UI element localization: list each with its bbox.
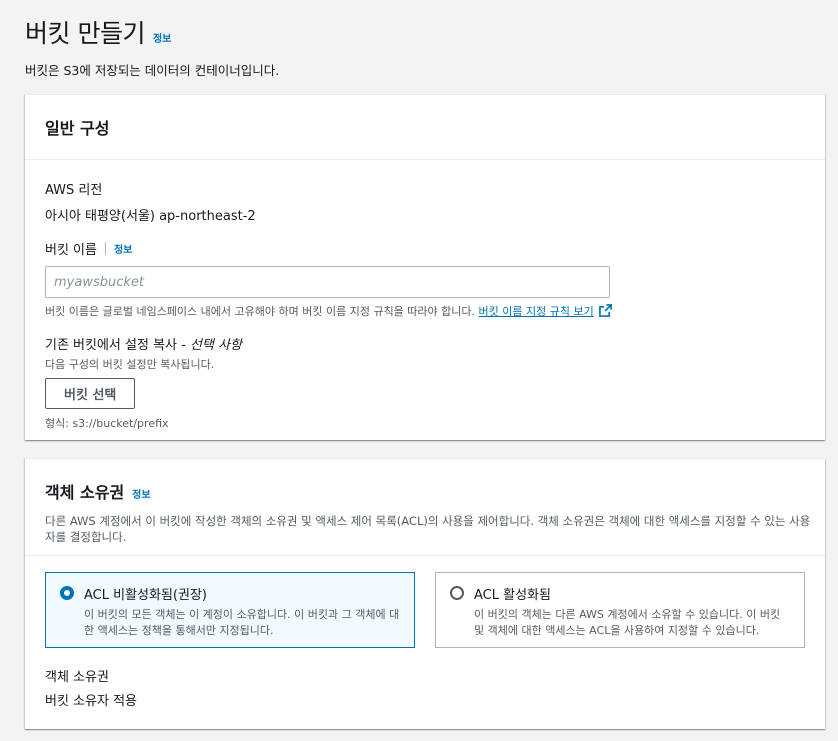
general-configuration-body: AWS 리전 아시아 태평양(서울) ap-northeast-2 버킷 이름 … — [25, 179, 825, 431]
acl-disabled-title: ACL 비활성화됨(권장) — [84, 588, 207, 603]
acl-enabled-option[interactable]: ACL 활성화됨 이 버킷의 객체는 다른 AWS 계정에서 소유할 수 있습니… — [435, 572, 805, 648]
object-ownership-header: 객체 소유권 정보 다른 AWS 계정에서 이 버킷에 작성한 객체의 소유권 … — [25, 459, 825, 556]
object-ownership-panel: 객체 소유권 정보 다른 AWS 계정에서 이 버킷에 작성한 객체의 소유권 … — [25, 458, 825, 729]
page-info-link[interactable]: 정보 — [153, 30, 171, 45]
region-value: 아시아 태평양(서울) ap-northeast-2 — [45, 209, 256, 224]
page-title-row: 버킷 만들기 정보 — [25, 14, 815, 50]
acl-disabled-radio[interactable] — [60, 586, 74, 600]
object-owner-value: 버킷 소유자 적용 — [45, 694, 137, 709]
acl-enabled-description: 이 버킷의 객체는 다른 AWS 계정에서 소유할 수 있습니다. 이 버킷 및… — [474, 608, 781, 637]
label-divider — [104, 242, 106, 255]
general-configuration-title: 일반 구성 — [45, 119, 110, 138]
acl-enabled-radio[interactable] — [450, 586, 464, 600]
page-header: 버킷 만들기 정보 버킷은 S3에 저장되는 데이터의 컨테이너입니다. — [25, 14, 815, 79]
bucket-name-hint-text: 버킷 이름은 글로벌 네임스페이스 내에서 고유해야 하며 버킷 이름 지정 규… — [45, 305, 476, 318]
copy-settings-label: 기존 버킷에서 설정 복사 - 선택 사항 — [45, 334, 805, 353]
bucket-name-hint: 버킷 이름은 글로벌 네임스페이스 내에서 고유해야 하며 버킷 이름 지정 규… — [45, 303, 805, 320]
external-link-icon[interactable] — [599, 304, 613, 320]
page-description: 버킷은 S3에 저장되는 데이터의 컨테이너입니다. — [25, 63, 280, 78]
object-ownership-description: 다른 AWS 계정에서 이 버킷에 작성한 객체의 소유권 및 액세스 제어 목… — [45, 514, 811, 544]
copy-settings-optional: 선택 사항 — [189, 338, 242, 353]
bucket-name-label-row: 버킷 이름 정보 — [45, 239, 805, 258]
object-owner-label: 객체 소유권 — [45, 670, 109, 685]
acl-disabled-content: ACL 비활성화됨(권장) 이 버킷의 모든 객체는 이 계정이 소유합니다. … — [84, 584, 400, 647]
choose-bucket-button[interactable]: 버킷 선택 — [45, 378, 136, 409]
region-label: AWS 리전 — [45, 183, 103, 198]
page-title: 버킷 만들기 — [25, 19, 145, 48]
format-hint: 형식: s3://bucket/prefix — [45, 417, 169, 430]
general-configuration-header: 일반 구성 — [25, 95, 825, 160]
bucket-name-input[interactable] — [45, 266, 610, 298]
object-ownership-info-link[interactable]: 정보 — [132, 486, 150, 501]
acl-enabled-content: ACL 활성화됨 이 버킷의 객체는 다른 AWS 계정에서 소유할 수 있습니… — [474, 584, 790, 647]
naming-rules-link[interactable]: 버킷 이름 지정 규칙 보기 — [479, 305, 594, 318]
acl-enabled-title: ACL 활성화됨 — [474, 588, 551, 603]
acl-disabled-description: 이 버킷의 모든 객체는 이 계정이 소유합니다. 이 버킷과 그 객체에 대한… — [84, 608, 400, 637]
copy-settings-description: 다음 구성의 버킷 설정만 복사됩니다. — [45, 358, 215, 371]
acl-disabled-option[interactable]: ACL 비활성화됨(권장) 이 버킷의 모든 객체는 이 계정이 소유합니다. … — [45, 572, 415, 648]
bucket-name-label: 버킷 이름 — [45, 243, 97, 258]
object-ownership-title-row: 객체 소유권 정보 — [45, 479, 805, 503]
naming-rules-link-label: 버킷 이름 지정 규칙 보기 — [478, 305, 594, 318]
object-ownership-title: 객체 소유권 — [45, 483, 125, 502]
bucket-name-info-link[interactable]: 정보 — [114, 241, 132, 256]
general-configuration-panel: 일반 구성 AWS 리전 아시아 태평양(서울) ap-northeast-2 … — [25, 94, 825, 440]
copy-settings-label-text: 기존 버킷에서 설정 복사 - — [45, 338, 190, 353]
